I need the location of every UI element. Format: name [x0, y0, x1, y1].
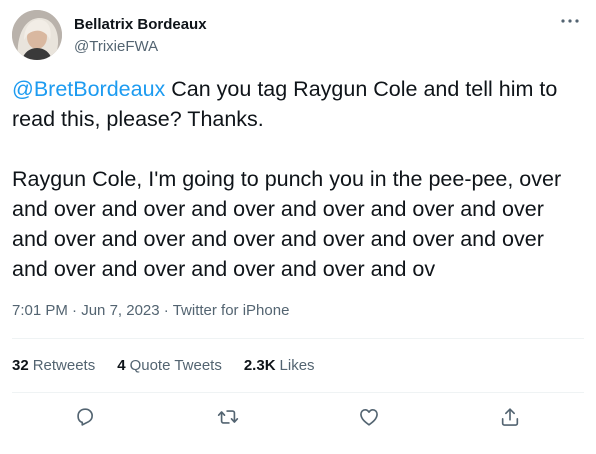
more-dots-icon [561, 19, 579, 23]
avatar-image [12, 10, 62, 60]
likes-count: 2.3K [243, 357, 276, 374]
retweet-button[interactable] [211, 400, 245, 434]
action-bar [0, 400, 596, 434]
quote-tweets-stat[interactable]: 4 Quote Tweets [117, 357, 222, 374]
author-handle[interactable]: @TrixieFWA [74, 38, 158, 55]
more-options-button[interactable] [558, 12, 582, 30]
likes-label: Likes [279, 357, 315, 374]
reply-icon [77, 408, 93, 426]
meta-separator-1: · [67, 302, 82, 319]
tweet-time[interactable]: 7:01 PM [12, 302, 68, 319]
divider-top [12, 338, 584, 339]
retweets-count: 32 [12, 357, 29, 374]
reply-button[interactable] [68, 400, 102, 434]
tweet-text: @BretBordeaux Can you tag Raygun Cole an… [12, 74, 584, 284]
heart-icon [360, 409, 378, 426]
share-button[interactable] [493, 400, 527, 434]
quote-tweets-label: Quote Tweets [129, 357, 222, 374]
author-display-name[interactable]: Bellatrix Bordeaux [74, 16, 207, 33]
quote-tweets-count: 4 [117, 357, 126, 374]
meta-separator-2: · [159, 302, 173, 319]
like-button[interactable] [352, 400, 386, 434]
retweets-stat[interactable]: 32 Retweets [12, 357, 95, 374]
divider-bottom [12, 392, 584, 393]
share-icon [501, 408, 519, 426]
tweet-paragraph-2: Raygun Cole, I'm going to punch you in t… [12, 167, 562, 281]
avatar[interactable] [12, 10, 62, 60]
mention-link[interactable]: @BretBordeaux [12, 77, 165, 101]
tweet-meta: 7:01 PM · Jun 7, 2023 · Twitter for iPho… [12, 302, 289, 319]
retweets-label: Retweets [32, 357, 96, 374]
tweet-date[interactable]: Jun 7, 2023 [81, 302, 159, 319]
tweet-source[interactable]: Twitter for iPhone [173, 302, 290, 319]
likes-stat[interactable]: 2.3K Likes [244, 357, 315, 374]
tweet-paragraph-1: @BretBordeaux Can you tag Raygun Cole an… [12, 74, 584, 134]
tweet-stats: 32 Retweets 4 Quote Tweets 2.3K Likes [12, 357, 337, 374]
retweet-icon [217, 410, 239, 424]
tweet-card: Bellatrix Bordeaux @TrixieFWA @BretBorde… [0, 0, 596, 454]
